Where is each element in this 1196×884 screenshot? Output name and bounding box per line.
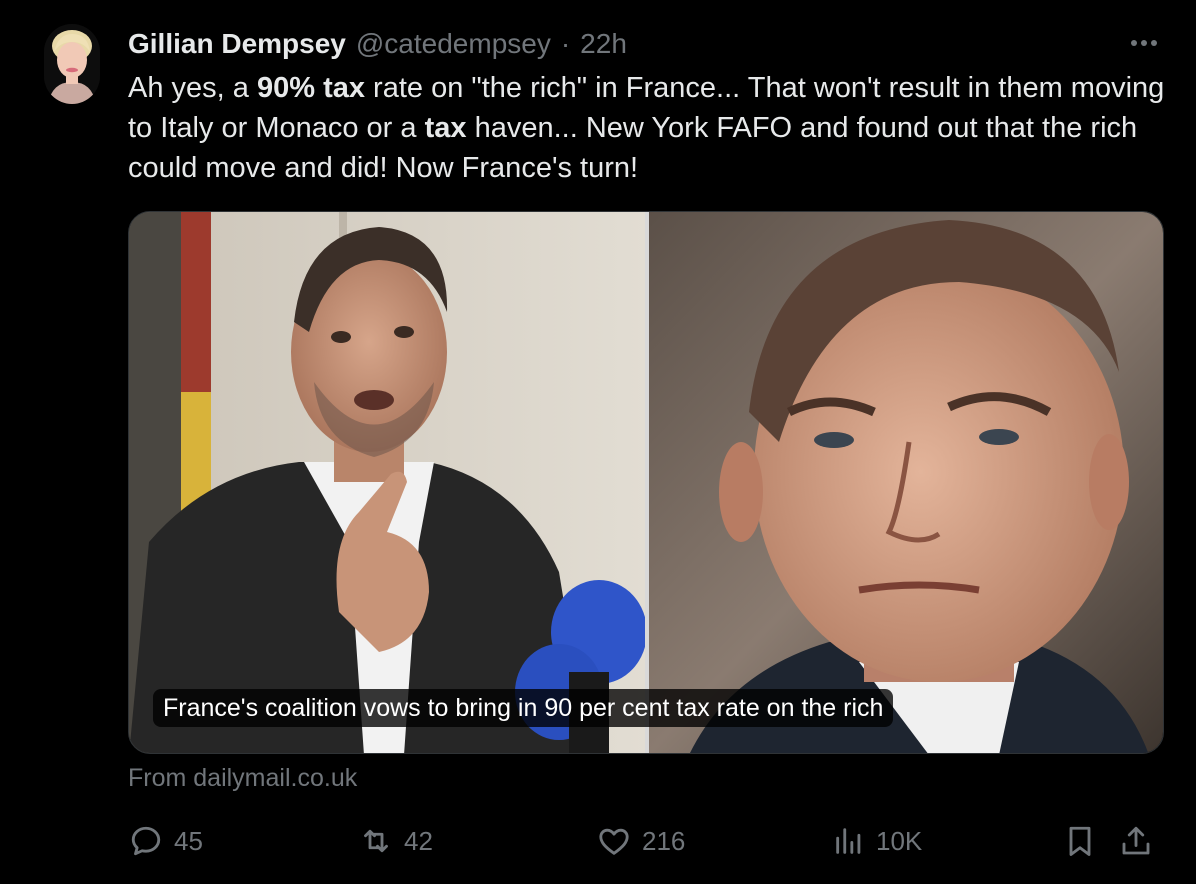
action-bar: 45 42 216 10K (128, 818, 1164, 864)
bookmark-button[interactable] (1062, 818, 1098, 864)
share-button[interactable] (1118, 818, 1154, 864)
author-display-name[interactable]: Gillian Dempsey (128, 28, 346, 60)
tweet: Gillian Dempsey @catedempsey · 22h Ah ye… (0, 0, 1196, 884)
text-bold-segment: tax (323, 72, 365, 104)
tweet-header: Gillian Dempsey @catedempsey · 22h (128, 24, 627, 64)
repost-button[interactable]: 42 (358, 818, 433, 864)
text-segment: Ah yes, a (128, 72, 257, 104)
text-bold-segment: tax (424, 112, 467, 144)
author-avatar[interactable] (44, 24, 100, 104)
reply-icon (131, 826, 161, 856)
tweet-text: Ah yes, a 90% tax rate on "the rich" in … (128, 68, 1168, 188)
repost-icon (364, 829, 388, 853)
views-count: 10K (876, 825, 923, 856)
link-card[interactable]: France's coalition vows to bring in 90 p… (128, 211, 1164, 754)
reply-button[interactable]: 45 (128, 818, 203, 864)
card-caption: France's coalition vows to bring in 90 p… (153, 689, 894, 727)
share-icon (1122, 826, 1150, 855)
author-handle[interactable]: @catedempsey (356, 28, 551, 60)
text-segment (315, 72, 323, 104)
views-button[interactable]: 10K (832, 818, 922, 864)
card-source[interactable]: From dailymail.co.uk (128, 764, 357, 793)
analytics-icon (836, 828, 861, 854)
timestamp[interactable]: 22h (580, 28, 627, 60)
separator-dot: · (560, 28, 571, 59)
bookmark-icon (1069, 826, 1091, 856)
text-bold-segment: 90% (256, 72, 316, 104)
more-horizontal-icon[interactable] (1124, 28, 1164, 58)
like-button[interactable]: 216 (596, 818, 685, 864)
article-photo (129, 212, 1163, 753)
like-count: 216 (642, 825, 686, 856)
reply-count: 45 (174, 825, 203, 856)
repost-count: 42 (404, 825, 433, 856)
heart-icon (599, 828, 629, 855)
